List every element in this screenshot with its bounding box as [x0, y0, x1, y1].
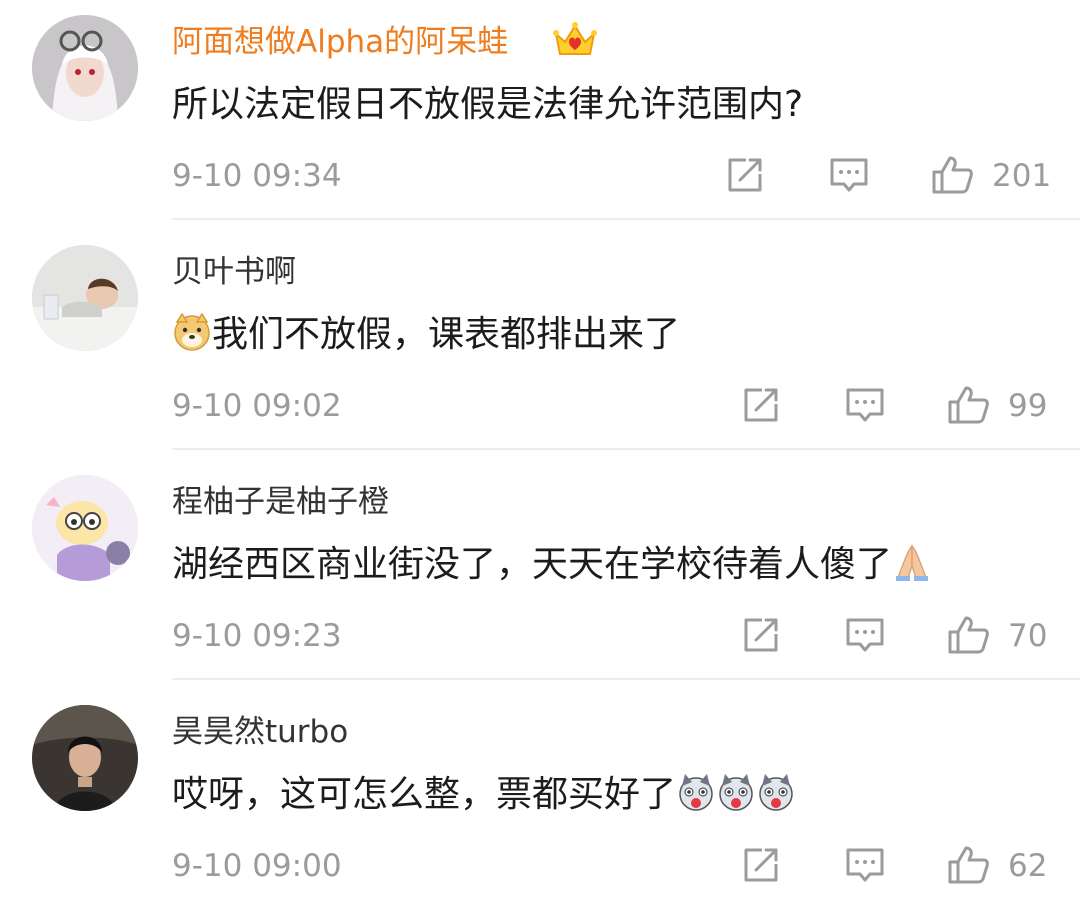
comment-text: 湖经西区商业街没了，天天在学校待着人傻了 [172, 540, 932, 590]
pray-emoji-icon [896, 544, 929, 581]
comment-text: 我们不放假，课表都排出来了 [172, 310, 680, 360]
share-icon [728, 158, 762, 192]
comment-text-body: 我们不放假，课表都排出来了 [212, 314, 681, 355]
username[interactable]: 阿面想做Alpha的阿呆蛙 [172, 20, 508, 64]
reply-button[interactable] [842, 612, 888, 658]
comment-text: 所以法定假日不放假是法律允许范围内? [172, 80, 803, 130]
timestamp: 9-10 09:23 [172, 618, 342, 654]
like-count: 70 [1008, 618, 1048, 654]
username[interactable]: 贝叶书啊 [172, 250, 296, 294]
share-button[interactable] [738, 842, 784, 888]
like-button[interactable] [946, 382, 992, 428]
vip-crown-icon [552, 20, 598, 60]
username[interactable]: 昊昊然turbo [172, 710, 348, 754]
avatar[interactable] [32, 475, 138, 581]
reply-button[interactable] [842, 382, 888, 428]
like-count: 99 [1008, 388, 1048, 424]
share-button[interactable] [738, 612, 784, 658]
like-count: 62 [1008, 848, 1048, 884]
like-button[interactable] [930, 152, 976, 198]
like-icon [948, 386, 989, 424]
doge-emoji-icon [174, 312, 210, 351]
like-icon [948, 616, 989, 654]
like-button[interactable] [946, 612, 992, 658]
divider [172, 448, 1080, 450]
comment-text-body: 所以法定假日不放假是法律允许范围内? [172, 84, 804, 125]
comment-text: 哎呀，这可怎么整，票都买好了 [172, 770, 796, 820]
comment-text-body: 哎呀，这可怎么整，票都买好了 [172, 774, 677, 815]
timestamp: 9-10 09:02 [172, 388, 342, 424]
reply-icon [846, 388, 884, 422]
avatar[interactable] [32, 245, 138, 351]
husky-emoji-icon [719, 774, 753, 811]
husky-emoji-icon [679, 774, 713, 811]
like-count: 201 [992, 158, 1052, 194]
husky-emoji-icon [759, 774, 793, 811]
timestamp: 9-10 09:34 [172, 158, 342, 194]
share-icon [744, 388, 778, 422]
share-icon [744, 618, 778, 652]
comment-item: 贝叶书啊 我们不放假，课表都排出来了 9-10 09:02 99 [0, 230, 1080, 460]
avatar[interactable] [32, 705, 138, 811]
reply-button[interactable] [842, 842, 888, 888]
like-icon [948, 846, 989, 884]
comment-item: 昊昊然turbo 哎呀，这可怎么整，票都买好了 9-10 09:00 62 [0, 690, 1080, 920]
divider [172, 218, 1080, 220]
reply-icon [846, 618, 884, 652]
reply-button[interactable] [826, 152, 872, 198]
comment-item: 程柚子是柚子橙 湖经西区商业街没了，天天在学校待着人傻了 9-10 09:23 … [0, 460, 1080, 690]
share-button[interactable] [738, 382, 784, 428]
comment-item: 阿面想做Alpha的阿呆蛙 所以法定假日不放假是法律允许范围内? 9-10 09… [0, 0, 1080, 230]
username[interactable]: 程柚子是柚子橙 [172, 480, 389, 524]
share-button[interactable] [722, 152, 768, 198]
share-icon [744, 848, 778, 882]
comment-text-body: 湖经西区商业街没了，天天在学校待着人傻了 [172, 544, 893, 585]
divider [172, 678, 1080, 680]
like-icon [932, 156, 973, 194]
reply-icon [846, 848, 884, 882]
reply-icon [830, 158, 868, 192]
timestamp: 9-10 09:00 [172, 848, 342, 884]
avatar[interactable] [32, 15, 138, 121]
like-button[interactable] [946, 842, 992, 888]
